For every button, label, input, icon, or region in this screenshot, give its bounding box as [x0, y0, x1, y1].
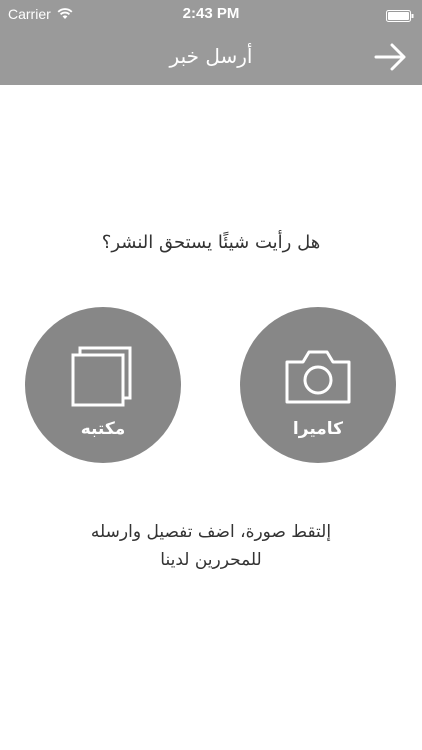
library-label: مكتبه	[80, 419, 126, 439]
photo-library-icon	[68, 342, 138, 412]
instructions-text: إلتقط صورة، اضف تفصيل وارسله للمحررين لد…	[40, 518, 382, 574]
arrow-right-icon[interactable]	[374, 42, 408, 72]
question-text: هل رأيت شيئًا يستحق النشر؟	[101, 232, 321, 253]
page-title: أرسل خبر	[169, 44, 253, 68]
camera-label: كاميرا	[292, 419, 344, 439]
instructions-line-2: للمحررين لدينا	[160, 550, 262, 570]
library-button[interactable]: مكتبه	[25, 307, 181, 463]
status-time: 2:43 PM	[182, 5, 240, 22]
camera-button[interactable]: كاميرا	[240, 307, 396, 463]
camera-icon	[283, 342, 353, 412]
battery-icon	[386, 7, 414, 22]
status-bar: Carrier 2:43 PM	[0, 0, 422, 28]
navigation-bar: أرسل خبر	[0, 28, 422, 85]
instructions-line-1: إلتقط صورة، اضف تفصيل وارسله	[90, 522, 332, 542]
